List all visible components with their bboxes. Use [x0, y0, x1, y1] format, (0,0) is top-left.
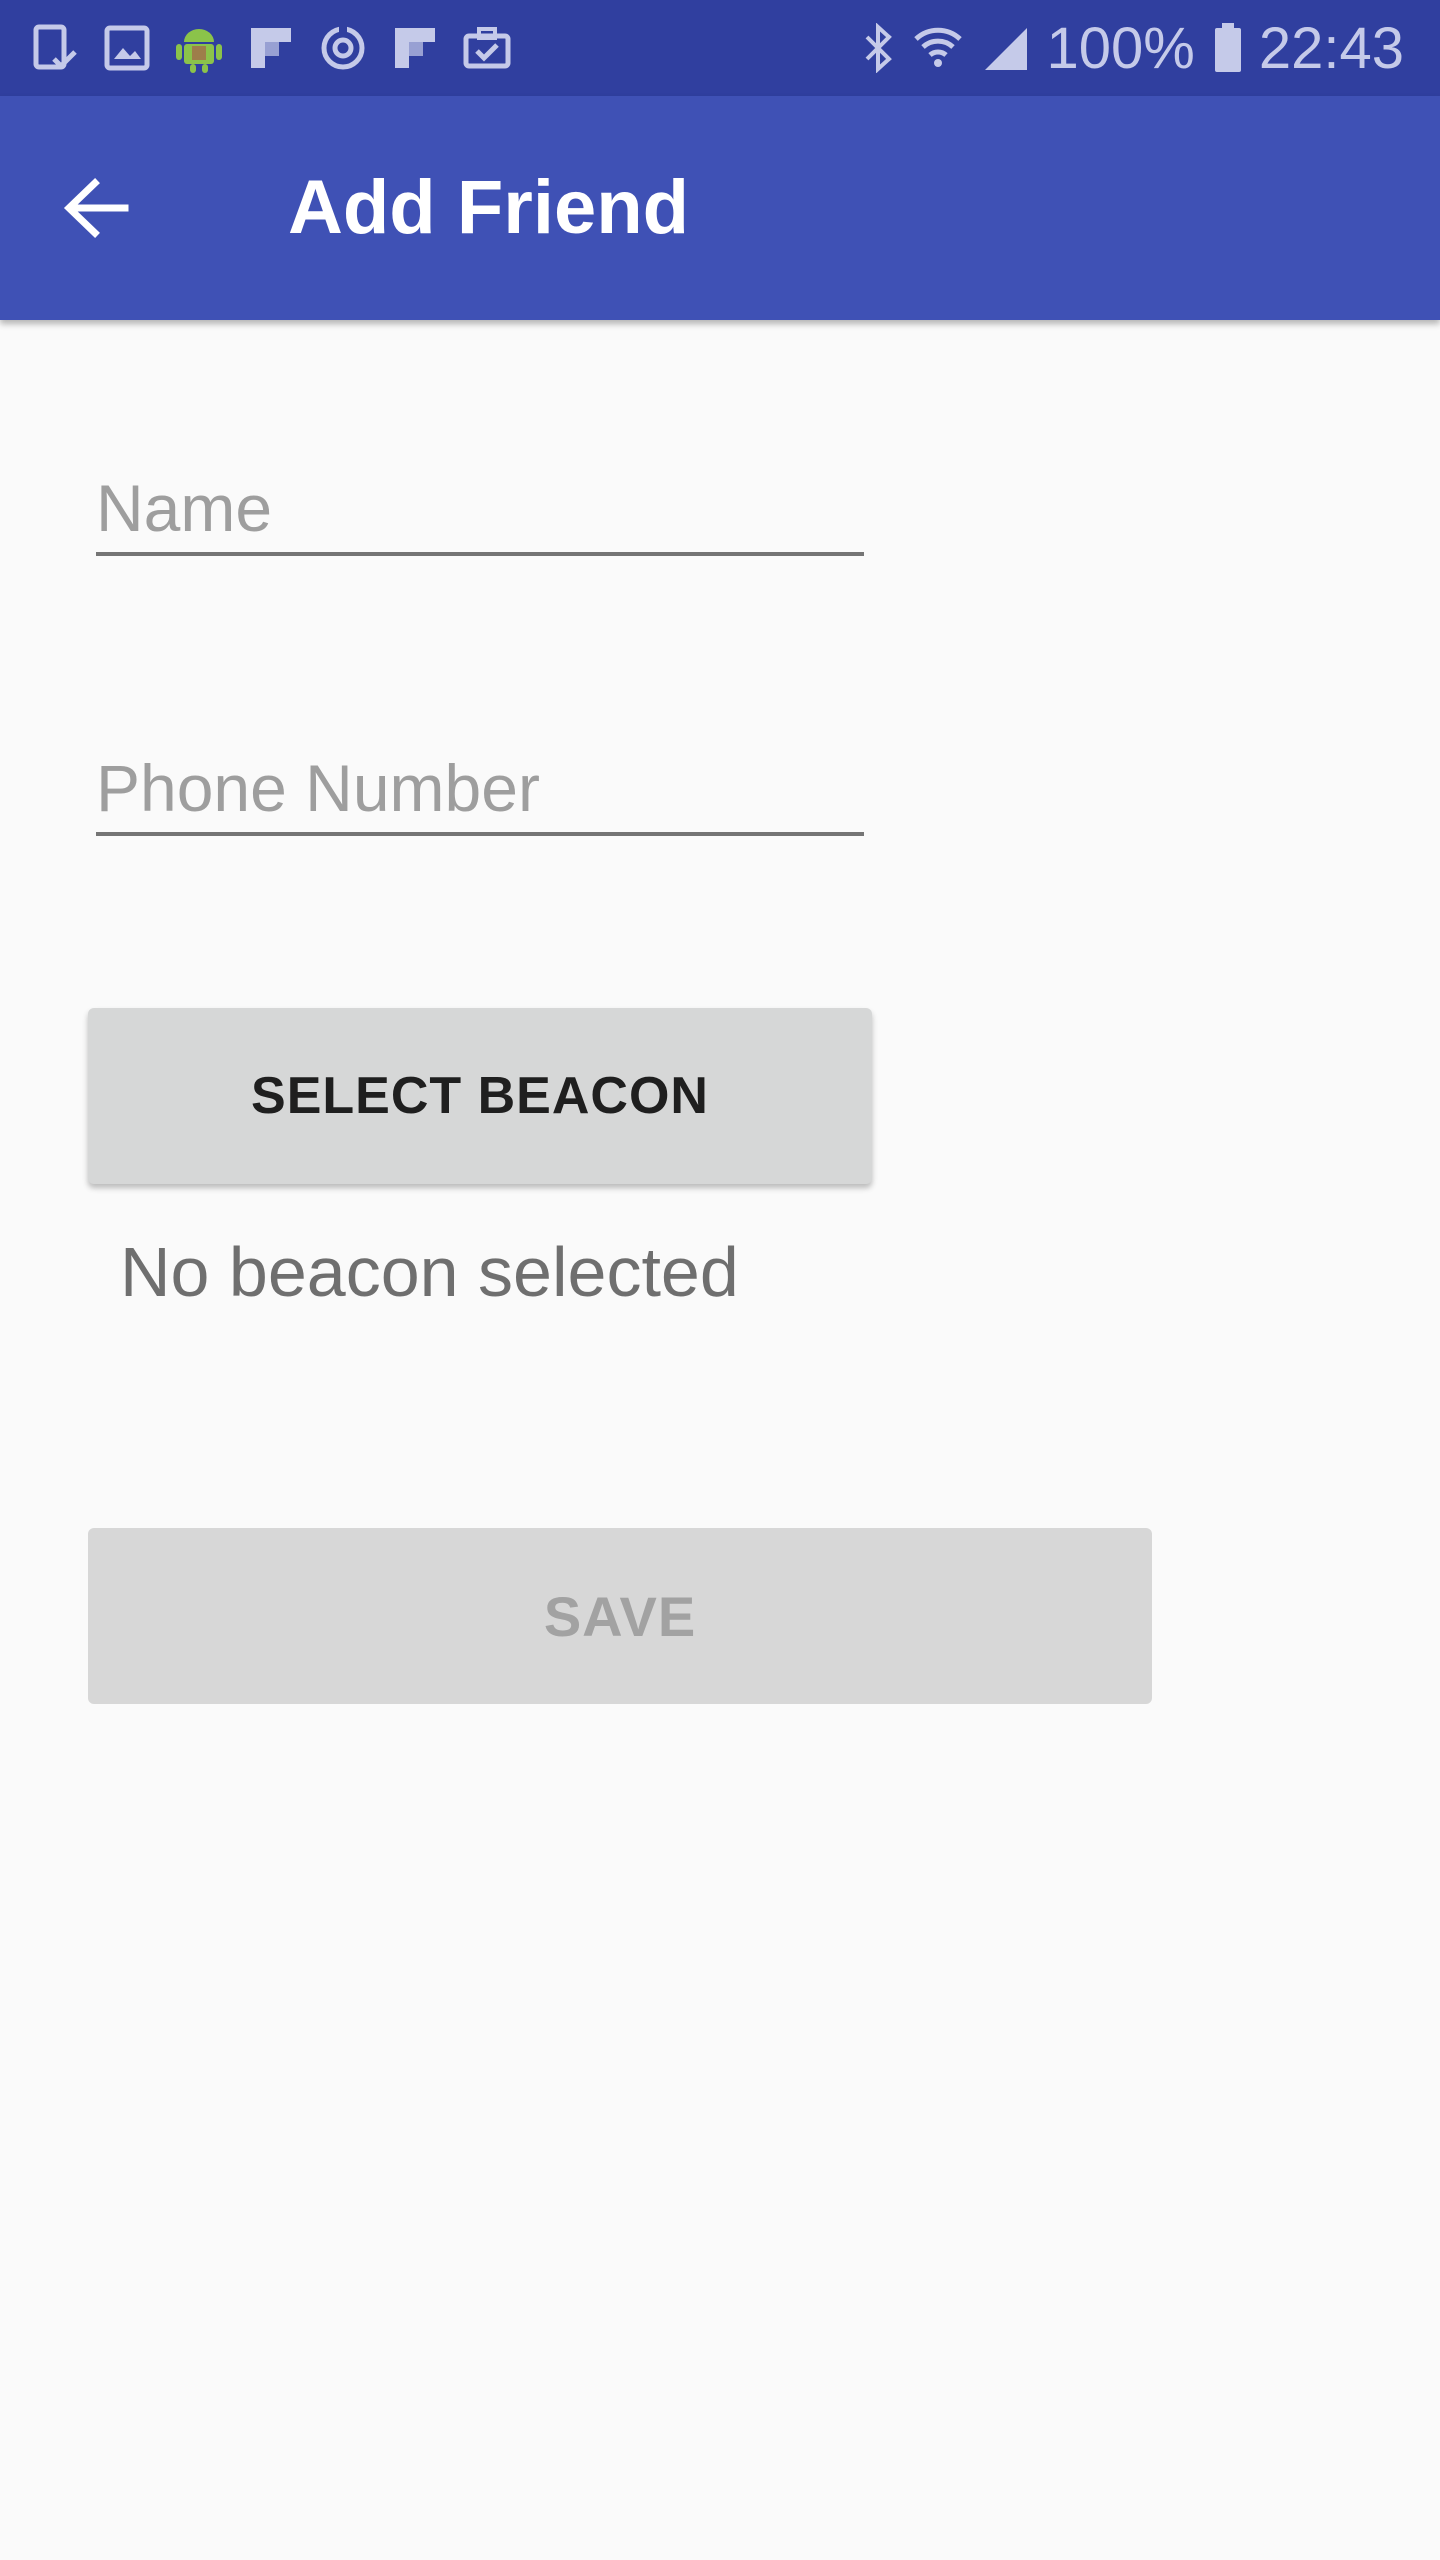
signal-icon [981, 24, 1031, 72]
phone-number-input[interactable] [96, 726, 864, 832]
select-beacon-button[interactable]: SELECT BEACON [88, 1008, 872, 1184]
sync-icon [318, 23, 368, 73]
briefcase-check-icon [462, 23, 512, 73]
wifi-icon [913, 23, 963, 73]
bluetooth-icon [861, 23, 895, 73]
name-input[interactable] [96, 446, 864, 552]
page-title: Add Friend [288, 165, 690, 250]
phone-number-field[interactable] [96, 726, 864, 836]
device-check-icon [30, 23, 80, 73]
arrow-back-icon [63, 178, 129, 238]
system-icons: 100% 22:43 [843, 15, 1404, 82]
flipboard-icon [390, 23, 440, 73]
battery-icon [1213, 22, 1243, 74]
status-bar: 100% 22:43 [0, 0, 1440, 96]
flipboard-icon [246, 23, 296, 73]
back-button[interactable] [52, 164, 140, 252]
notification-icons [30, 23, 534, 73]
beacon-status-text: No beacon selected [120, 1233, 739, 1311]
name-field[interactable] [96, 446, 864, 556]
battery-percentage: 100% [1046, 15, 1195, 81]
clock: 22:43 [1258, 15, 1404, 81]
app-bar: Add Friend [0, 96, 1440, 320]
save-button[interactable]: SAVE [88, 1528, 1152, 1704]
android-icon [174, 23, 224, 73]
image-icon [102, 23, 152, 73]
